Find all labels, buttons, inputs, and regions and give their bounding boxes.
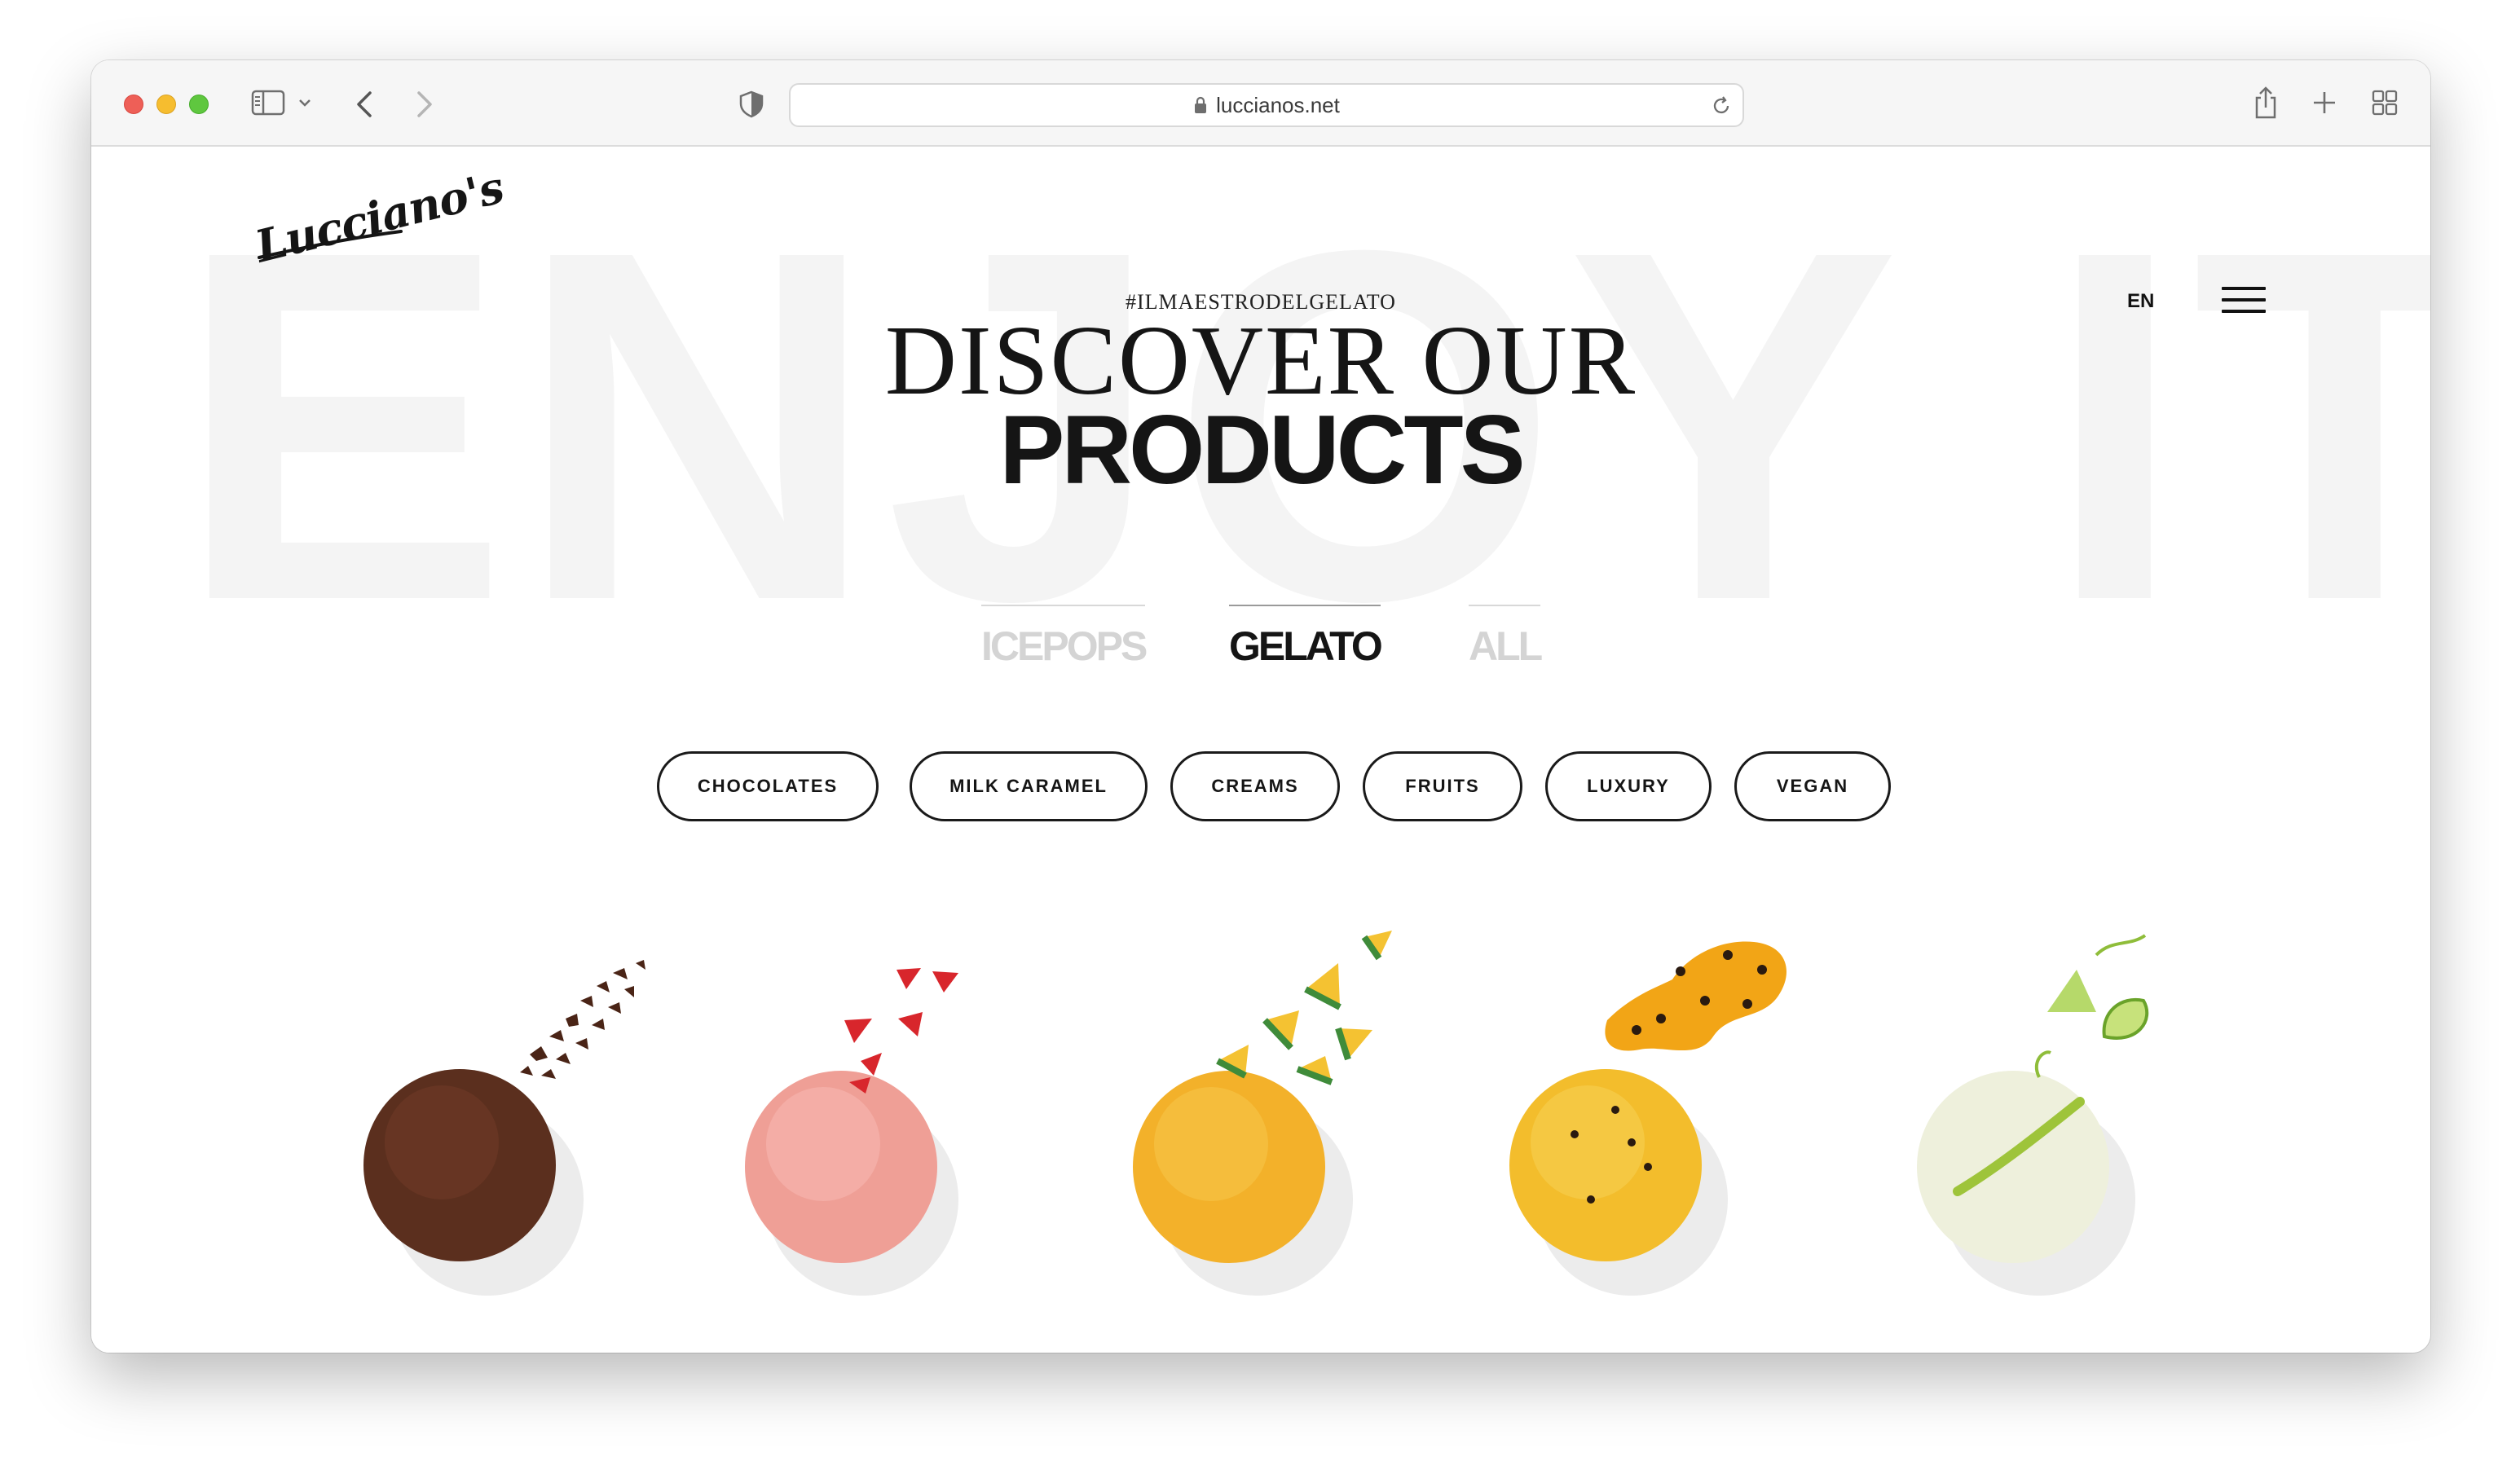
- filter-chocolates-button[interactable]: CHOCOLATES: [657, 751, 879, 821]
- tab-gelato[interactable]: GELATO: [1229, 605, 1383, 670]
- product-chocolate-gelato[interactable]: [311, 922, 686, 1305]
- logo-swash-icon: [258, 230, 403, 259]
- web-page: ENJOY IT Lucciano's #ILMAESTRODELGELATO …: [91, 148, 2430, 1353]
- filter-vegan-button[interactable]: VEGAN: [1734, 751, 1891, 821]
- sidebar-icon[interactable]: [251, 90, 285, 116]
- tab-icepops[interactable]: ICEPOPS: [981, 605, 1148, 670]
- filter-fruits-button[interactable]: FRUITS: [1363, 751, 1522, 821]
- minimize-window-button[interactable]: [156, 95, 176, 114]
- page-title-line2: PRODUCTS: [999, 395, 1525, 504]
- chevron-down-icon[interactable]: [295, 93, 315, 112]
- filter-creams-button[interactable]: CREAMS: [1170, 751, 1340, 821]
- product-mango-gelato[interactable]: [1069, 922, 1444, 1305]
- reload-icon[interactable]: [1710, 95, 1733, 117]
- privacy-shield-icon[interactable]: [737, 90, 766, 119]
- product-passion-fruit-gelato[interactable]: [1444, 922, 1819, 1305]
- product-strawberry-gelato[interactable]: [686, 922, 1061, 1305]
- forward-arrow-icon[interactable]: [409, 88, 438, 121]
- filter-milk-caramel-button[interactable]: MILK CARAMEL: [910, 751, 1148, 821]
- browser-window: luccianos.net ENJOY IT Lucciano's #ILMAE…: [91, 60, 2430, 1353]
- product-lime-gelato[interactable]: [1835, 922, 2210, 1305]
- zoom-window-button[interactable]: [189, 95, 209, 114]
- url-text: luccianos.net: [1216, 92, 1340, 117]
- share-icon[interactable]: [2251, 85, 2280, 121]
- lock-icon: [1195, 96, 1207, 113]
- close-window-button[interactable]: [124, 95, 143, 114]
- tab-overview-icon[interactable]: [2370, 88, 2399, 117]
- tab-all[interactable]: ALL: [1469, 605, 1543, 670]
- back-arrow-icon[interactable]: [350, 88, 380, 121]
- address-bar[interactable]: luccianos.net: [789, 83, 1744, 127]
- browser-toolbar: luccianos.net: [91, 60, 2430, 147]
- filter-luxury-button[interactable]: LUXURY: [1545, 751, 1712, 821]
- filter-pills: CHOCOLATES MILK CARAMEL CREAMS FRUITS LU…: [91, 751, 2430, 825]
- plus-icon[interactable]: [2310, 88, 2339, 117]
- product-grid: [91, 922, 2430, 1305]
- language-selector[interactable]: EN: [2127, 290, 2154, 313]
- hamburger-menu-icon[interactable]: [2222, 285, 2266, 315]
- category-tabs: ICEPOPS GELATO ALL: [91, 605, 2430, 678]
